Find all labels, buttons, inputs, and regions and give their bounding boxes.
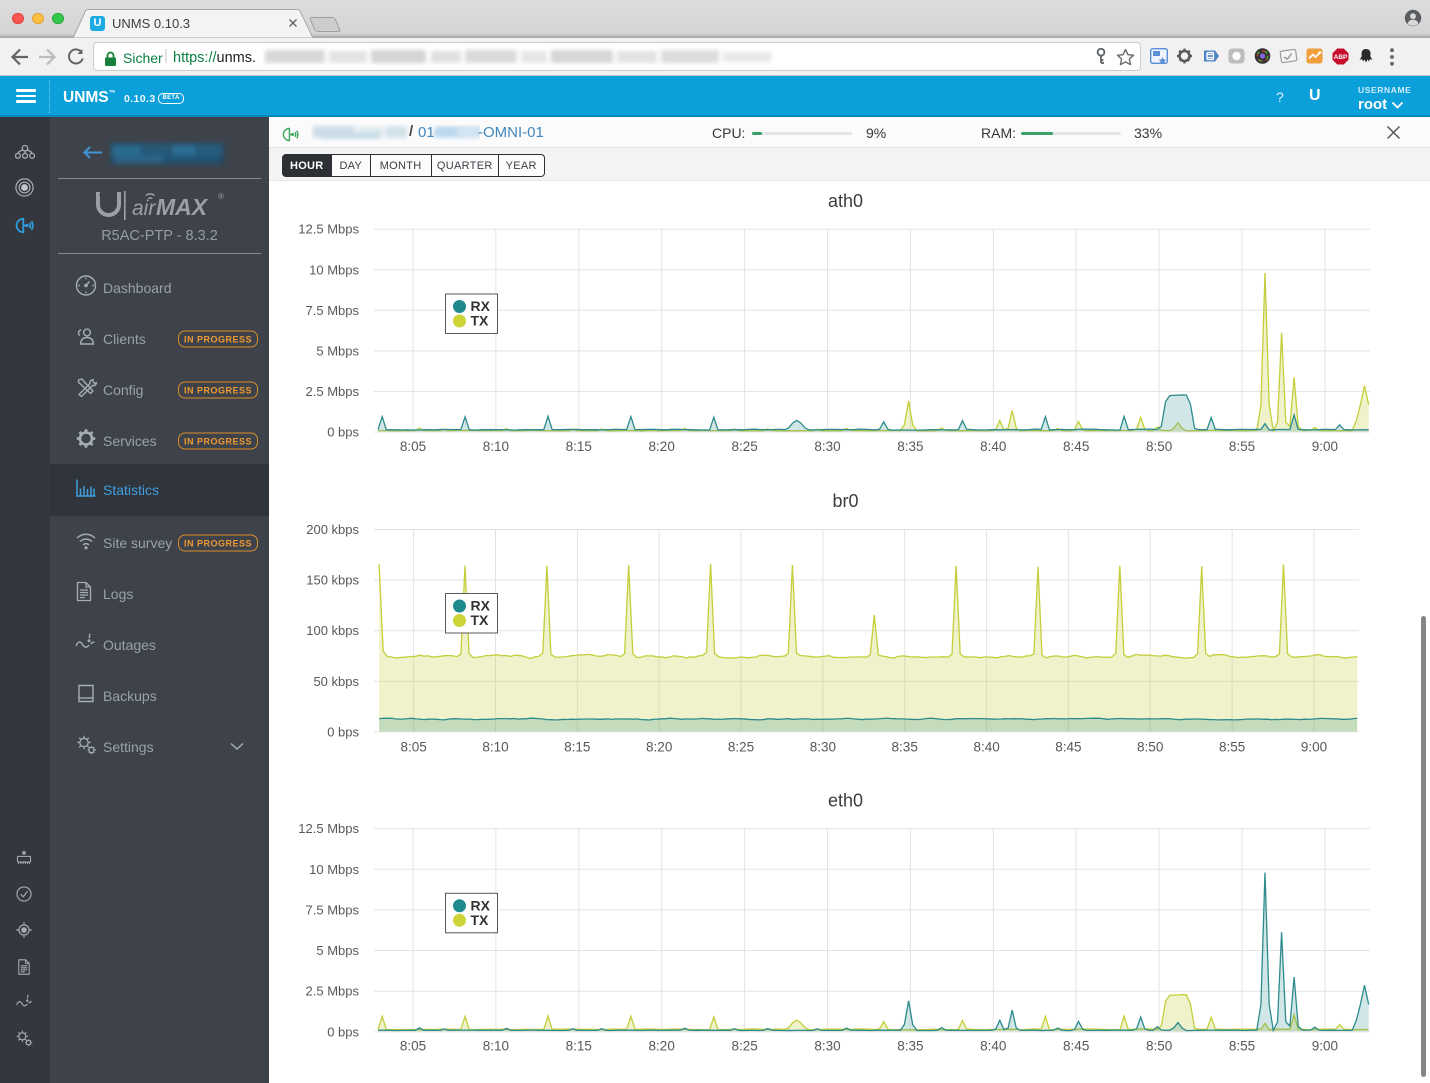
svg-text:ath0: ath0 (828, 191, 863, 211)
svg-text:8:40: 8:40 (980, 439, 1006, 454)
svg-text:8:10: 8:10 (483, 439, 509, 454)
svg-text:8:25: 8:25 (731, 1039, 757, 1054)
svg-text:8:20: 8:20 (649, 439, 675, 454)
svg-text:8:35: 8:35 (897, 1039, 923, 1054)
svg-text:TX: TX (471, 612, 490, 628)
svg-text:5 Mbps: 5 Mbps (316, 343, 359, 358)
svg-text:8:45: 8:45 (1063, 1039, 1089, 1054)
svg-text:50 kbps: 50 kbps (313, 674, 359, 689)
svg-text:8:50: 8:50 (1146, 439, 1172, 454)
svg-text:8:55: 8:55 (1229, 439, 1255, 454)
svg-text:2.5 Mbps: 2.5 Mbps (306, 384, 360, 399)
svg-text:12.5 Mbps: 12.5 Mbps (298, 821, 359, 836)
svg-text:8:05: 8:05 (400, 1039, 426, 1054)
svg-text:MAX: MAX (156, 194, 209, 220)
svg-text:8:30: 8:30 (814, 1039, 840, 1054)
svg-text:7.5 Mbps: 7.5 Mbps (306, 303, 360, 318)
svg-text:8:05: 8:05 (400, 740, 426, 755)
svg-text:9:00: 9:00 (1301, 740, 1327, 755)
svg-text:9:00: 9:00 (1312, 1039, 1338, 1054)
svg-text:7.5 Mbps: 7.5 Mbps (306, 902, 360, 917)
svg-text:12.5 Mbps: 12.5 Mbps (298, 222, 359, 237)
svg-text:8:20: 8:20 (646, 740, 672, 755)
svg-text:br0: br0 (832, 491, 858, 511)
svg-text:8:55: 8:55 (1229, 1039, 1255, 1054)
svg-text:150 kbps: 150 kbps (306, 573, 359, 588)
svg-text:8:10: 8:10 (483, 1039, 509, 1054)
svg-text:9:00: 9:00 (1312, 439, 1338, 454)
svg-text:0 bps: 0 bps (327, 425, 359, 440)
svg-text:200 kbps: 200 kbps (306, 522, 359, 537)
svg-text:10 Mbps: 10 Mbps (309, 862, 359, 877)
svg-text:TX: TX (471, 912, 490, 928)
svg-text:ABP: ABP (1334, 54, 1348, 61)
svg-text:0 bps: 0 bps (327, 724, 359, 739)
svg-text:8:30: 8:30 (814, 439, 840, 454)
svg-text:air: air (132, 197, 156, 220)
svg-text:8:25: 8:25 (731, 439, 757, 454)
svg-text:8:15: 8:15 (564, 740, 590, 755)
svg-text:8:55: 8:55 (1219, 740, 1245, 755)
svg-text:8:15: 8:15 (566, 1039, 592, 1054)
svg-text:eth0: eth0 (828, 791, 863, 811)
svg-text:®: ® (218, 192, 224, 201)
svg-text:8:40: 8:40 (973, 740, 999, 755)
svg-text:8:05: 8:05 (400, 439, 426, 454)
svg-text:8:35: 8:35 (892, 740, 918, 755)
svg-text:8:50: 8:50 (1146, 1039, 1172, 1054)
svg-text:TX: TX (471, 313, 490, 329)
svg-text:2.5 Mbps: 2.5 Mbps (306, 984, 360, 999)
svg-text:100 kbps: 100 kbps (306, 623, 359, 638)
svg-text:8:45: 8:45 (1055, 740, 1081, 755)
svg-text:10 Mbps: 10 Mbps (309, 262, 359, 277)
svg-text:0 bps: 0 bps (327, 1024, 359, 1039)
svg-text:8:10: 8:10 (482, 740, 508, 755)
svg-text:8:25: 8:25 (728, 740, 754, 755)
svg-text:8:30: 8:30 (810, 740, 836, 755)
svg-text:8:15: 8:15 (566, 439, 592, 454)
svg-text:8:50: 8:50 (1137, 740, 1163, 755)
svg-text:8:40: 8:40 (980, 1039, 1006, 1054)
svg-text:8:35: 8:35 (897, 439, 923, 454)
svg-text:8:20: 8:20 (649, 1039, 675, 1054)
svg-text:5 Mbps: 5 Mbps (316, 943, 359, 958)
svg-text:8:45: 8:45 (1063, 439, 1089, 454)
